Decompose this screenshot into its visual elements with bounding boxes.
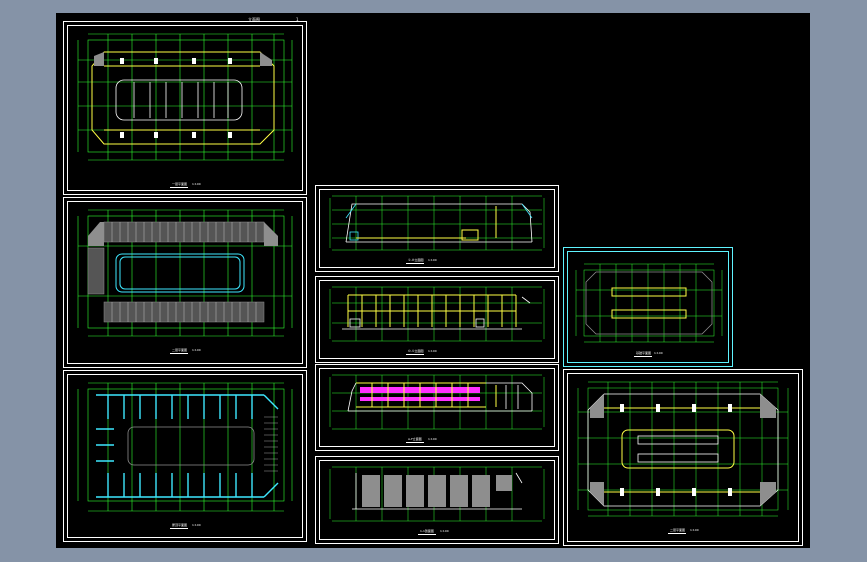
sheet-3-title-underline (170, 528, 188, 529)
sheet-5[interactable]: ⑩-①立面图 1:100 (315, 276, 559, 363)
sheet-8-title-underline (634, 356, 652, 357)
sheet-6-scale: 1:100 (428, 437, 437, 441)
sheet-1-plan (74, 30, 296, 180)
sheet-3[interactable]: 屋顶平面图 1:100 (63, 370, 307, 542)
sheet-8-plan (572, 260, 726, 348)
sheet-3-plan (74, 379, 296, 521)
sheet-4-title: ①-⑩立面图 (408, 258, 424, 262)
sheet-9-plan (574, 378, 792, 523)
sheet-7-title: 1-1剖面图 (420, 529, 434, 533)
sheet-1-scale: 1:100 (192, 182, 201, 186)
sheet-6-title: A-F立面图 (408, 437, 422, 441)
sheet-5-title: ⑩-①立面图 (408, 349, 424, 353)
sheet-2-scale: 1:100 (192, 348, 201, 352)
sheet-6[interactable]: A-F立面图 1:100 (315, 364, 559, 451)
sheet-7[interactable]: 1-1剖面图 1:100 (315, 456, 559, 544)
sheet-9-title-underline (668, 533, 686, 534)
sheet-8-title: 基础平面图 (636, 351, 652, 355)
sheet-4-plan (326, 192, 548, 256)
sheet-1-title: 一层平面图 (172, 182, 188, 186)
sheet-4-title-underline (406, 263, 424, 264)
sheet-3-title: 屋顶平面图 (172, 523, 188, 527)
sheet-7-title-underline (418, 534, 436, 535)
sheet-2-title-underline (170, 353, 188, 354)
sheet-2-title: 二层平面图 (172, 348, 188, 352)
sheet-9-scale: 1:100 (690, 528, 699, 532)
sheet-4[interactable]: ①-⑩立面图 1:100 (315, 185, 559, 272)
sheet-5-plan (326, 283, 548, 347)
sheet-9-title: 二层平面图 (670, 528, 686, 532)
sheet-8-scale: 1:100 (654, 351, 663, 355)
sheet-1[interactable]: 一层平面图 1:100 (63, 21, 307, 195)
sheet-5-title-underline (406, 354, 424, 355)
sheet-7-scale: 1:100 (440, 529, 449, 533)
sheet-2[interactable]: 二层平面图 1:100 (63, 197, 307, 368)
drawing-canvas[interactable]: 立面图 1 一层平面图 1:100 二层平面图 1:100 屋顶平面图 1:10… (56, 13, 810, 548)
sheet-3-scale: 1:100 (192, 523, 201, 527)
sheet-8[interactable]: 基础平面图 1:100 (563, 247, 733, 367)
sheet-9[interactable]: 二层平面图 1:100 (563, 369, 803, 546)
sheet-2-plan (74, 206, 296, 346)
sheet-7-plan (326, 463, 548, 527)
sheet-4-scale: 1:100 (428, 258, 437, 262)
cad-viewport-background: 立面图 1 一层平面图 1:100 二层平面图 1:100 屋顶平面图 1:10… (0, 0, 867, 562)
sheet-1-title-underline (170, 187, 188, 188)
sheet-6-plan (326, 371, 548, 435)
sheet-6-title-underline (406, 442, 424, 443)
sheet-5-scale: 1:100 (428, 349, 437, 353)
